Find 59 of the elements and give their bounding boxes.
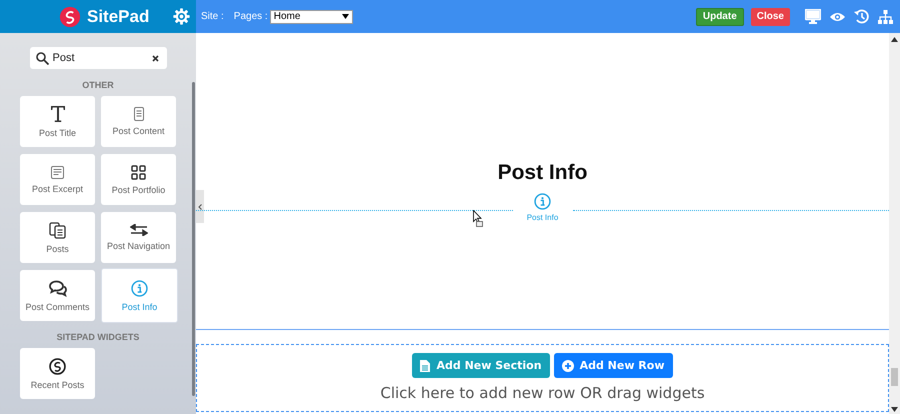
brand-name: SitePad [87, 6, 150, 26]
caret-icon [342, 14, 349, 19]
clear-icon[interactable] [152, 55, 158, 62]
copy-icon [49, 222, 66, 238]
cursor-icon [473, 210, 484, 227]
widget-tile[interactable]: Post Excerpt [20, 154, 95, 205]
widget-tile[interactable]: Post Comments [20, 270, 95, 321]
page-dropdown[interactable]: Home [270, 10, 353, 24]
widget-label: Post Info [122, 302, 158, 312]
document-icon [134, 107, 144, 121]
widget-label: Post Title [38, 128, 76, 138]
sitemap-icon[interactable] [878, 10, 893, 24]
document-icon [420, 360, 430, 372]
post-info-heading: Post Info [498, 161, 588, 185]
add-row-button[interactable]: Add New Row [554, 353, 673, 378]
close-button[interactable]: Close [750, 8, 790, 26]
widget-label: Post Excerpt [32, 184, 84, 194]
scroll-up-icon[interactable] [891, 37, 898, 42]
plus-circle-icon [562, 360, 574, 372]
widget-label: Post Portfolio [112, 184, 166, 194]
widget-tile[interactable]: Post Title [20, 96, 95, 147]
add-row-hint: Click here to add new row OR drag widgets [380, 384, 705, 402]
arrows-icon [130, 224, 148, 236]
info-icon [534, 193, 551, 210]
add-section-button[interactable]: Add New Section [412, 353, 550, 378]
scroll-down-icon[interactable] [891, 407, 898, 412]
text-icon [50, 105, 66, 123]
widget-tile[interactable]: Post Portfolio [101, 154, 176, 205]
group-heading: OTHER [81, 80, 115, 90]
widget-tile[interactable]: Recent Posts [20, 348, 95, 399]
pages-label: Pages : [234, 11, 268, 22]
chevron-icon [198, 204, 202, 210]
widget-label: Posts [46, 244, 69, 254]
widget-label: Post Navigation [106, 241, 170, 251]
widget-label: Post Content [112, 126, 165, 136]
logo-icon [59, 6, 81, 28]
widget-tile[interactable]: Post Navigation [101, 212, 176, 263]
add-row-area[interactable]: Add New Section Add New Row Click here to add new row OR drag widgets [196, 344, 889, 412]
widget-label: Recent Posts [30, 380, 84, 390]
site-label: Site : [201, 11, 224, 22]
search-field[interactable]: Post [30, 47, 166, 69]
widget-tile[interactable]: Post Info [101, 268, 178, 323]
info-icon [131, 280, 148, 296]
widget-tile[interactable]: Posts [20, 212, 95, 263]
scrollbar-thumb[interactable] [192, 82, 195, 396]
widget-label: Post Comments [25, 302, 90, 312]
widget-tile[interactable]: Post Content [101, 96, 176, 147]
update-button[interactable]: Update [696, 8, 744, 26]
document-icon [50, 166, 64, 178]
desktop-icon[interactable] [805, 9, 821, 24]
group-heading: SITEPAD WIDGETS [56, 332, 140, 342]
chat-icon [48, 280, 66, 296]
settings-icon[interactable] [173, 8, 190, 25]
eye-icon[interactable] [830, 12, 845, 22]
widget-label: Post Info [526, 213, 558, 222]
scrollbar-thumb[interactable] [891, 368, 898, 386]
history-icon[interactable] [854, 9, 869, 24]
grid-icon [131, 164, 146, 180]
spiral-logo-icon [49, 358, 66, 374]
